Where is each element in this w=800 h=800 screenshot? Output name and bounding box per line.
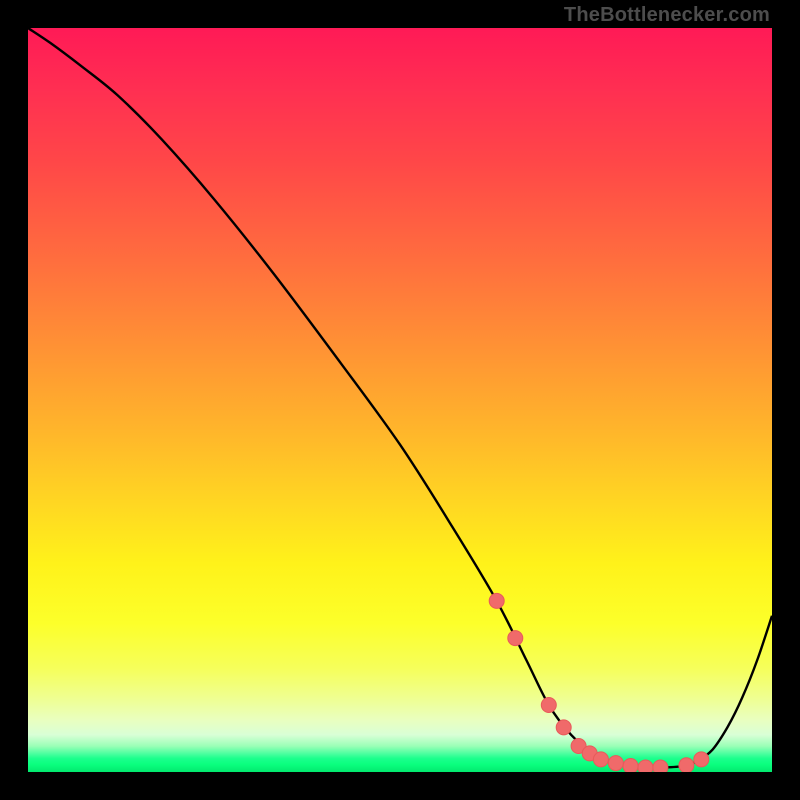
- marker-group: [489, 593, 709, 772]
- data-marker: [608, 756, 623, 771]
- plot-area: [28, 28, 772, 772]
- data-marker: [508, 631, 523, 646]
- curve-layer: [28, 28, 772, 772]
- data-marker: [593, 752, 608, 767]
- bottleneck-curve: [28, 28, 772, 768]
- attribution-text: TheBottlenecker.com: [564, 4, 770, 27]
- data-marker: [638, 760, 653, 772]
- data-marker: [653, 760, 668, 772]
- data-marker: [623, 759, 638, 773]
- data-marker: [489, 593, 504, 608]
- data-marker: [541, 698, 556, 713]
- data-marker: [694, 752, 709, 767]
- data-marker: [679, 758, 694, 772]
- chart-stage: TheBottlenecker.com: [0, 0, 800, 800]
- data-marker: [556, 720, 571, 735]
